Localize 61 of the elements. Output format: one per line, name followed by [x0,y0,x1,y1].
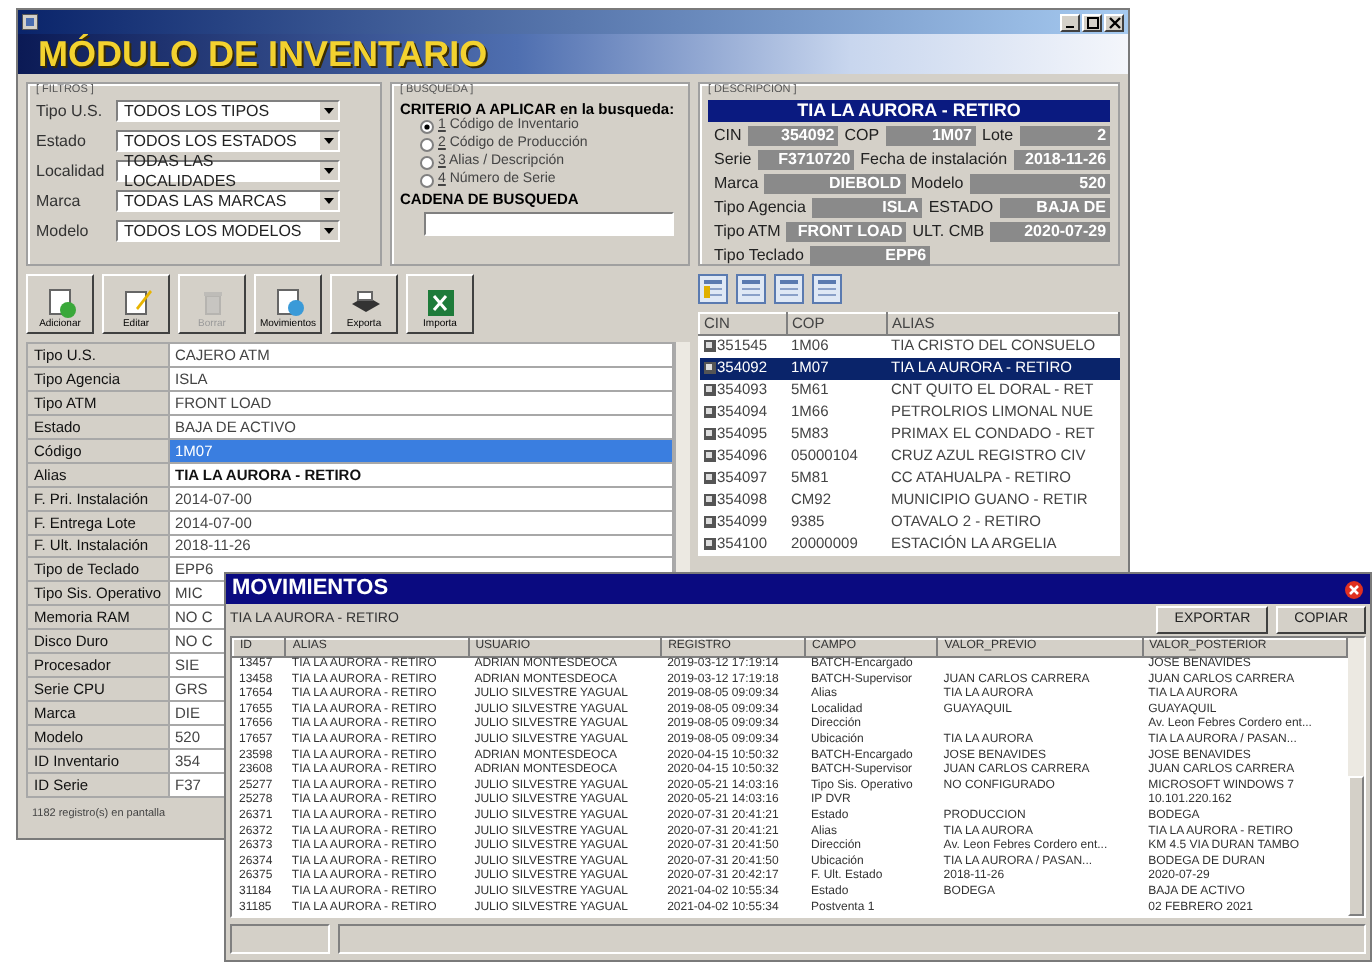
field-label: Localidad [36,161,107,181]
pencil-icon [119,286,153,318]
field-label: Serie [712,150,754,170]
printer-icon [347,286,381,318]
field-label: Modelo [36,221,91,241]
field-value: 520 [969,173,1111,194]
field-label: Estado [36,131,88,151]
details-view-icon[interactable] [774,274,804,304]
field-value: 1M07 [885,125,976,146]
scrollbar-thumb[interactable] [1348,776,1364,917]
dropdown[interactable]: TODAS LAS MARCAS [116,190,340,212]
window-title: MOVIMIENTOS [232,575,389,603]
caret-icon [324,168,335,174]
field-label: ESTADO [926,198,996,218]
field-label: COP [842,126,882,146]
module-title: MÓDULO DE INVENTARIO [38,36,488,72]
field-label: Tipo U.S. [36,101,105,121]
field-label: CIN [712,126,744,146]
field-label: Marca [712,174,761,194]
dropdown[interactable]: TODOS LOS MODELOS [116,220,340,242]
field-label: ULT. CMB [910,222,987,242]
spreadsheet-icon [423,286,457,318]
field-value: FRONT LOAD [786,221,907,242]
field-label: Modelo [909,174,966,194]
dropdown[interactable]: TODOS LOS ESTADOS [116,130,340,152]
field-value: 2020-07-29 [990,221,1111,242]
field-label: Fecha de instalación [858,150,1010,170]
document-icon [271,286,305,318]
dropdown[interactable]: TODOS LOS TIPOS [116,100,340,122]
status-panel [230,924,330,954]
field-value: BAJA DE [999,197,1110,218]
field-label: Tipo Agencia [712,198,808,218]
field-label: Marca [36,191,83,211]
list-view-icon[interactable] [736,274,766,304]
field-label: Tipo Teclado [712,246,806,266]
radio-button[interactable] [420,138,434,152]
field-value: 354092 [747,125,839,146]
close-icon[interactable] [1344,579,1364,599]
field-value: 2 [1019,125,1111,146]
field-value: ISLA [811,197,923,218]
caret-icon [324,138,334,144]
add-document-icon [43,286,77,318]
field-value: DIEBOLD [764,173,905,194]
close-icon[interactable] [1107,15,1121,29]
caret-icon [324,228,334,234]
record-title: TIA LA AURORA - RETIRO [708,100,1110,122]
radio-button[interactable] [420,174,434,188]
maximize-icon[interactable] [1085,15,1099,29]
caret-icon [324,108,334,114]
radio-button[interactable] [420,120,434,134]
app-icon [22,14,38,30]
field-value: EPP6 [809,245,931,266]
radio-button[interactable] [420,156,434,170]
tile-view-icon[interactable] [698,274,728,304]
caret-icon [324,198,334,204]
field-value: 2018-11-26 [1013,149,1111,170]
search-field[interactable] [424,212,674,236]
field-label: Lote [980,126,1016,146]
grid-view-icon[interactable] [812,274,842,304]
field-value: F3710720 [757,149,855,170]
field-label: Tipo ATM [712,222,783,242]
